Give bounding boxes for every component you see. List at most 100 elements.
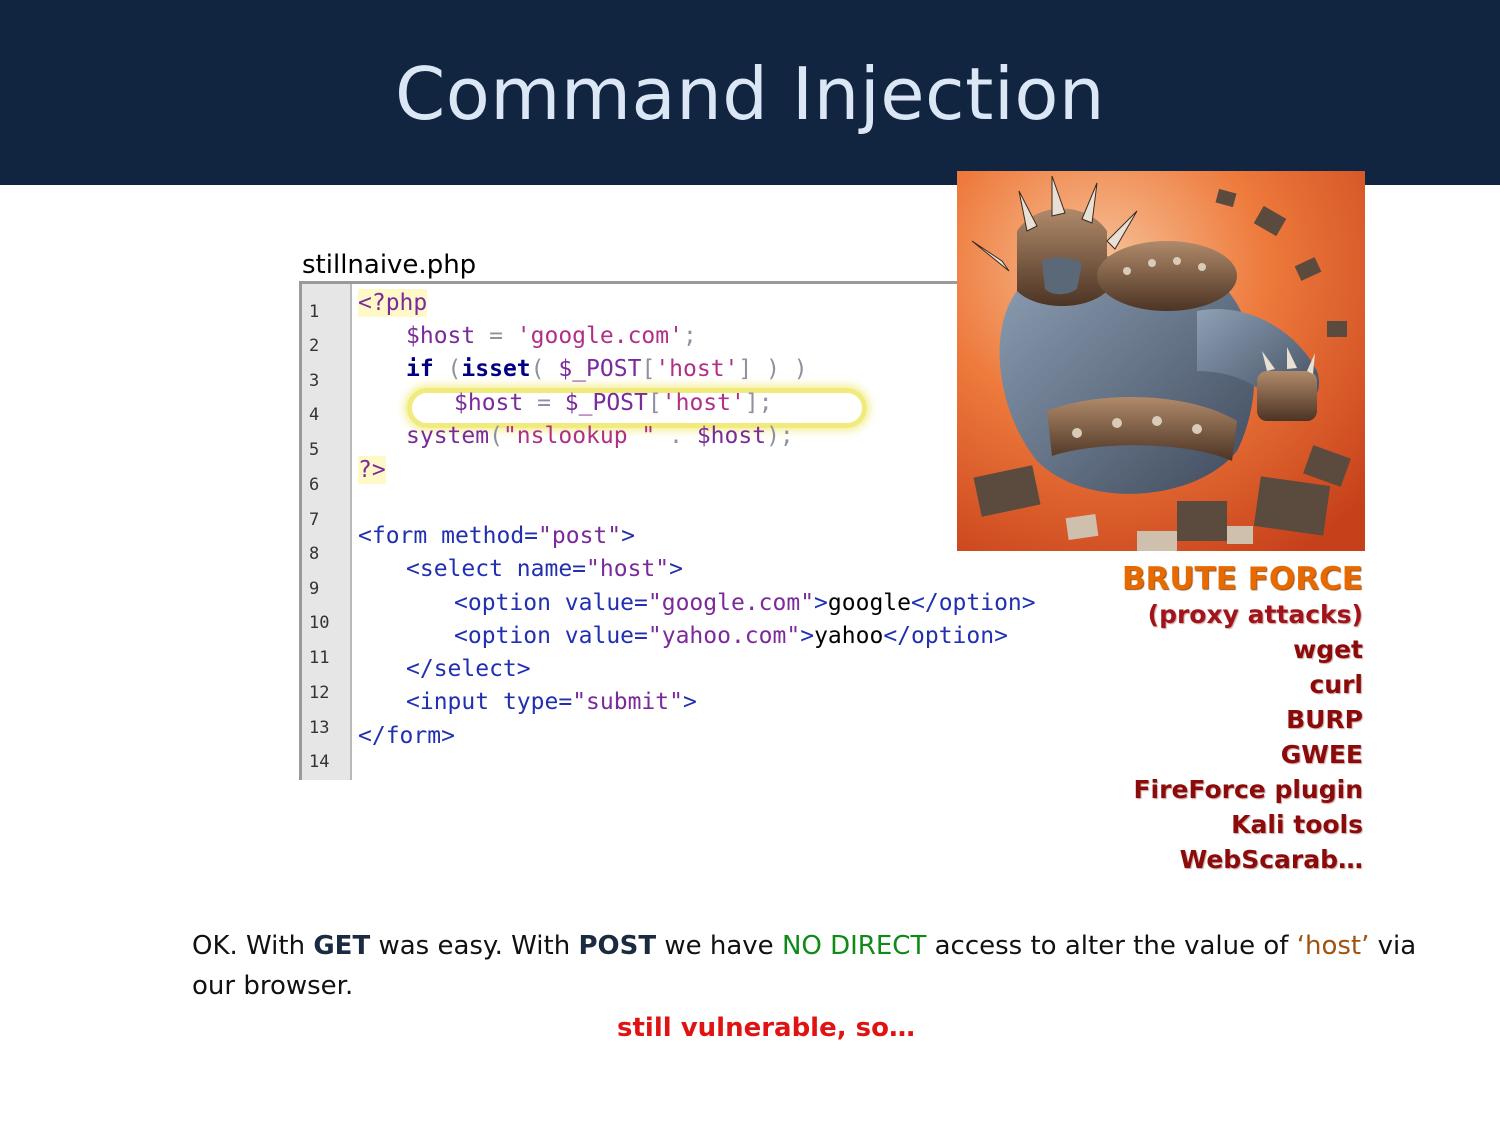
line-number: 6 [309, 475, 320, 495]
no-direct-label: NO DIRECT [781, 931, 927, 961]
code-token: <select [406, 556, 503, 582]
code-token: > [621, 523, 635, 549]
code-line-10: <option value="google.com">google</optio… [454, 589, 1036, 617]
code-token: ?> [358, 457, 386, 483]
code-token: . [655, 423, 697, 449]
line-number: 12 [309, 683, 330, 703]
code-token: 'google.com' [516, 323, 683, 349]
code-line-11: <option value="yahoo.com">yahoo</option> [454, 622, 1008, 650]
code-token: = [523, 390, 565, 416]
code-token: $host [696, 423, 767, 449]
code-token: > [800, 623, 815, 649]
code-line-3: if (isset( $_POST['host'] ) ) [406, 355, 808, 383]
armored-giant-illustration [957, 171, 1365, 551]
line-number: 2 [309, 336, 320, 356]
code-token: > [814, 590, 828, 616]
code-token: </select> [406, 656, 531, 682]
code-token: ] ) ) [738, 356, 808, 382]
line-number: 1 [309, 302, 320, 322]
code-token: </option> [911, 590, 1036, 616]
code-line-5: system("nslookup " . $host); [406, 422, 794, 450]
code-line-14: </form> [358, 722, 455, 750]
line-number: 3 [309, 371, 320, 391]
attack-tools-list: BRUTE FORCE (proxy attacks) wget curl BU… [1122, 560, 1363, 877]
code-line-2: $host = 'google.com'; [406, 322, 697, 350]
code-token: ( [530, 356, 559, 382]
code-token: $_POST [558, 356, 642, 382]
code-line-8: <form method="post"> [358, 522, 635, 550]
code-token: yahoo [814, 623, 884, 649]
code-token: "post" [538, 523, 622, 549]
code-token: = [475, 323, 517, 349]
tool-item: Kali tools [1231, 810, 1363, 839]
code-token: <input [406, 689, 490, 715]
code-token: </option> [883, 623, 1008, 649]
line-number: 11 [309, 648, 330, 668]
get-method-label: GET [313, 931, 371, 961]
line-number: 10 [309, 613, 330, 633]
code-token: [ [641, 356, 656, 382]
code-line-9: <select name="host"> [406, 555, 683, 583]
tool-item: WebScarab… [1179, 845, 1363, 874]
code-token: <form [358, 523, 428, 549]
code-token: > [682, 689, 697, 715]
text-segment: OK. With [192, 931, 314, 961]
post-method-label: POST [578, 931, 657, 961]
line-number-gutter: 1 2 3 4 5 6 7 8 9 10 11 12 13 14 [302, 284, 352, 780]
code-token: type= [489, 689, 573, 715]
tools-heading: BRUTE FORCE [1121, 561, 1363, 597]
code-token: value= [550, 623, 648, 649]
code-token: ( [489, 423, 503, 449]
code-token: <option [454, 623, 551, 649]
line-number: 7 [309, 510, 320, 530]
code-line-12: </select> [406, 655, 531, 683]
code-line-1: <?php [358, 289, 428, 317]
code-token: "submit" [572, 689, 683, 715]
code-token: name= [502, 556, 587, 582]
code-token: 'host' [661, 390, 745, 416]
line-number: 8 [309, 544, 320, 564]
code-line-13: <input type="submit"> [406, 688, 697, 716]
code-token: "host" [586, 556, 670, 582]
code-token: method= [427, 523, 539, 549]
line-number: 9 [309, 579, 320, 599]
text-segment: was easy. With [370, 931, 579, 961]
explanation-paragraph: OK. With GET was easy. With POST we have… [192, 926, 1422, 1006]
code-line-4: $host = $_POST['host']; [454, 389, 773, 417]
slide-title: Command Injection [394, 52, 1106, 136]
code-token: [ [647, 390, 662, 416]
code-token: "nslookup " [502, 423, 656, 449]
code-line-6: ?> [358, 456, 386, 484]
code-token: $_POST [564, 390, 648, 416]
code-token: $host [406, 323, 476, 349]
code-token: google [827, 590, 911, 616]
tool-item: curl [1309, 670, 1363, 699]
code-token: system [406, 423, 490, 449]
code-token: if [406, 356, 434, 382]
code-token: "yahoo.com" [647, 623, 801, 649]
code-token: ( [433, 356, 462, 382]
line-number: 4 [309, 405, 320, 425]
code-token: $host [454, 390, 524, 416]
host-param-label: ‘host’ [1296, 931, 1370, 961]
code-token: </form> [358, 723, 455, 749]
code-token: ]; [744, 390, 773, 416]
code-token: "google.com" [647, 590, 815, 616]
code-token: <?php [358, 290, 428, 316]
code-token: ); [766, 423, 794, 449]
code-token: isset [461, 356, 531, 382]
line-number: 5 [309, 440, 320, 460]
code-token: ; [682, 323, 697, 349]
tool-item: BURP [1286, 705, 1363, 734]
line-number: 14 [309, 752, 330, 772]
code-token: 'host' [655, 356, 739, 382]
tool-item: wget [1293, 635, 1363, 664]
tools-subheading: (proxy attacks) [1147, 600, 1363, 629]
code-filename: stillnaive.php [302, 250, 477, 280]
tool-item: GWEE [1280, 740, 1363, 769]
code-token: value= [550, 590, 648, 616]
text-segment: we have [656, 931, 782, 961]
code-token: <option [454, 590, 551, 616]
vulnerable-note: still vulnerable, so… [617, 1013, 915, 1043]
text-segment: access to alter the value of [926, 931, 1297, 961]
